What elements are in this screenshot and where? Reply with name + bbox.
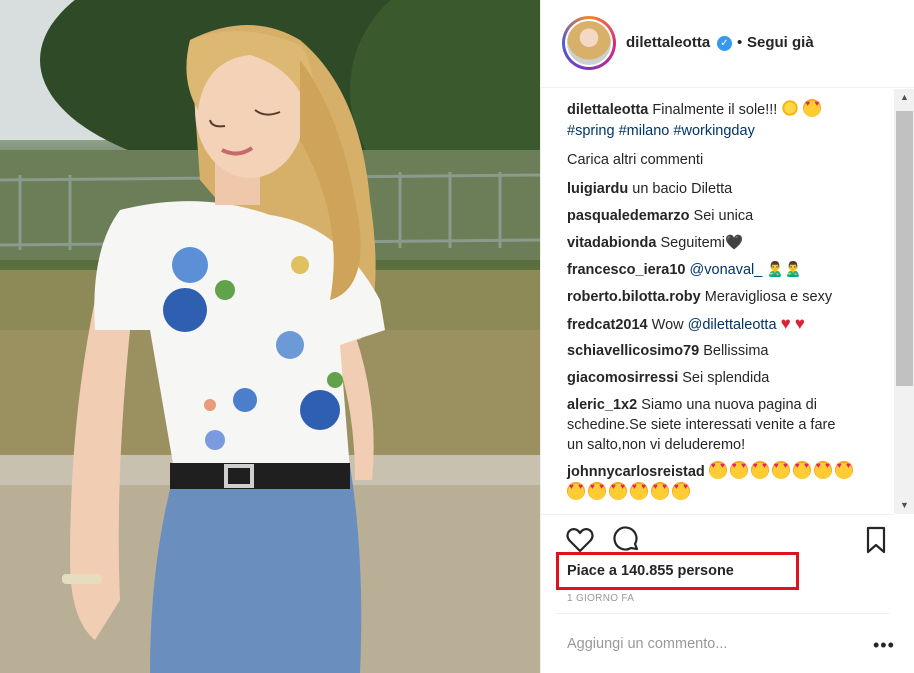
heart-eyes-emoji-icon	[609, 482, 627, 500]
comment-username[interactable]: francesco_iera10	[567, 262, 686, 278]
hashtag-link[interactable]: #milano	[619, 123, 670, 139]
bookmark-icon[interactable]	[861, 525, 891, 555]
comment-text: un bacio Diletta	[632, 181, 733, 197]
header-username[interactable]: dilettaleotta	[626, 34, 710, 51]
header-separator: •	[737, 34, 743, 51]
comment-text: Seguitemi🖤	[660, 235, 744, 251]
heart-eyes-emoji-icon	[750, 461, 769, 479]
comment-text: Siamo una nuova pagina di	[641, 397, 817, 413]
heart-eyes-emoji-icon	[792, 461, 811, 479]
heart-eyes-emoji-icon	[630, 482, 648, 500]
heart-eyes-emoji-icon	[672, 482, 690, 500]
scroll-down-icon[interactable]: ▼	[894, 497, 914, 514]
following-button[interactable]: Segui già	[747, 34, 814, 51]
comment-item: giacomosirressi Sei splendida	[567, 368, 887, 388]
likes-count[interactable]: Piace a 140.855 persone	[567, 563, 734, 579]
verified-icon: ✓	[717, 36, 732, 51]
post-timestamp: 1 GIORNO FA	[567, 593, 635, 604]
load-more-comments-button[interactable]: Carica altri commenti	[567, 150, 887, 170]
comment-item: roberto.bilotta.roby Meravigliosa e sexy	[567, 287, 887, 307]
photo-illustration	[0, 0, 540, 673]
caption-hashtags: #spring #milano #workingday	[567, 121, 887, 141]
comment-text-continued: un salto,non vi deluderemo!	[567, 437, 746, 453]
comment-mention[interactable]: @vonaval_	[690, 262, 763, 278]
comment-text-continued: schedine.Se siete interessati venite a f…	[567, 417, 836, 433]
heart-eyes-emoji-icon	[771, 461, 790, 479]
comment-username[interactable]: pasqualedemarzo	[567, 208, 690, 224]
heart-emoji-icon: ♥	[780, 314, 791, 333]
heart-eyes-emoji-icon	[567, 482, 585, 500]
heart-eyes-emoji-icon	[708, 461, 727, 479]
heart-icon[interactable]	[565, 525, 595, 555]
comment-emoji-continued	[567, 482, 887, 503]
comment-item: aleric_1x2 Siamo una nuova pagina di	[567, 395, 887, 415]
comment-item: luigiardu un bacio Diletta	[567, 179, 887, 199]
comment-item: pasqualedemarzo Sei unica	[567, 206, 887, 226]
caption-username[interactable]: dilettaleotta	[567, 102, 648, 118]
comment-username[interactable]: johnnycarlosreistad	[567, 464, 705, 480]
comment-item: schiavellicosimo79 Bellissima	[567, 341, 887, 361]
caption-text: Finalmente il sole!!!	[652, 102, 778, 118]
heart-eyes-emoji-icon	[588, 482, 606, 500]
heart-eyes-emoji-icon	[834, 461, 853, 479]
scroll-up-icon[interactable]: ▲	[894, 89, 914, 106]
comment-text: 🙎‍♂🙎‍♂	[766, 262, 803, 278]
comments-list[interactable]: dilettaleotta Finalmente il sole!!! #spr…	[541, 89, 894, 514]
hashtag-link[interactable]: #workingday	[673, 123, 754, 139]
comment-item: johnnycarlosreistad	[567, 461, 887, 482]
divider	[555, 613, 889, 614]
heart-eyes-emoji-icon	[729, 461, 748, 479]
heart-eyes-emoji-icon	[651, 482, 669, 500]
comment-username[interactable]: vitadabionda	[567, 235, 656, 251]
comment-username[interactable]: roberto.bilotta.roby	[567, 289, 701, 305]
comment-username[interactable]: luigiardu	[567, 181, 628, 197]
comment-mention[interactable]: @dilettaleotta	[688, 317, 777, 333]
post-photo[interactable]	[0, 0, 540, 673]
comment-text: Meravigliosa e sexy	[704, 289, 833, 305]
caption: dilettaleotta Finalmente il sole!!!	[567, 99, 887, 120]
comment-text: Bellissima	[703, 343, 769, 359]
comment-item: vitadabionda Seguitemi🖤	[567, 233, 887, 253]
hashtag-link[interactable]: #spring	[567, 123, 615, 139]
avatar-image	[567, 21, 611, 65]
comment-username[interactable]: schiavellicosimo79	[567, 343, 699, 359]
comment-item: francesco_iera10 @vonaval_ 🙎‍♂🙎‍♂	[567, 260, 887, 280]
comment-username[interactable]: giacomosirressi	[567, 370, 678, 386]
add-comment-input[interactable]: Aggiungi un commento...	[567, 636, 727, 652]
more-icon[interactable]: •••	[873, 636, 895, 654]
avatar[interactable]	[562, 16, 616, 70]
comment-text: Sei splendida	[682, 370, 770, 386]
post-header: dilettaleotta ✓ • Segui già	[541, 0, 914, 88]
heart-eyes-emoji-icon	[813, 461, 832, 479]
comment-username[interactable]: fredcat2014	[567, 317, 648, 333]
heart-eyes-emoji-icon	[803, 99, 822, 117]
sun-emoji-icon	[781, 99, 800, 117]
scrollbar-thumb[interactable]	[896, 111, 913, 386]
post-side-panel: dilettaleotta ✓ • Segui già dilettaleott…	[540, 0, 914, 673]
comment-icon[interactable]	[611, 525, 641, 555]
heart-emoji-icon: ♥	[794, 314, 805, 333]
comment-item: fredcat2014 Wow @dilettaleotta ♥ ♥	[567, 314, 887, 335]
comment-text: Sei unica	[693, 208, 754, 224]
comment-username[interactable]: aleric_1x2	[567, 397, 637, 413]
comment-text: Wow	[651, 317, 684, 333]
comments-scrollbar[interactable]: ▲ ▼	[894, 89, 914, 514]
